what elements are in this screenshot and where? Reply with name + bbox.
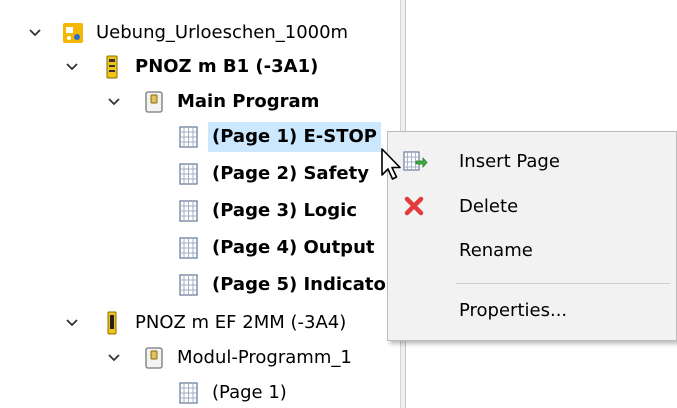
menu-item-label: Delete [459, 195, 519, 217]
tree-item-page-5[interactable]: (Page 5) Indicato [178, 268, 390, 302]
page-grid-icon [179, 382, 198, 404]
tree-item-device-b1[interactable]: PNOZ m B1 (-3A1) [63, 50, 322, 84]
tree-item-page-2[interactable]: (Page 2) Safety [178, 157, 373, 191]
tree-item-label: Uebung_Urloeschen_1000m [96, 22, 349, 43]
tree-item-label: Main Program [177, 91, 320, 112]
chevron-down-icon[interactable] [26, 24, 44, 42]
menu-item-label: Insert Page [459, 150, 560, 172]
menu-separator [456, 283, 670, 284]
program-icon [145, 91, 163, 113]
tree-item-label: PNOZ m EF 2MM (-3A4) [135, 312, 347, 333]
page-grid-icon [179, 126, 198, 148]
menu-item-rename[interactable]: Rename [388, 229, 676, 271]
menu-item-delete[interactable]: Delete [388, 185, 676, 227]
mouse-pointer-icon [381, 148, 401, 180]
menu-item-label: Properties... [459, 299, 568, 321]
chevron-down-icon[interactable] [63, 314, 81, 332]
device-icon [107, 311, 117, 335]
menu-item-properties[interactable]: Properties... [388, 289, 676, 331]
chevron-down-icon[interactable] [105, 349, 123, 367]
tree-item-page-4[interactable]: (Page 4) Output [178, 231, 378, 265]
tree-item-device-ef2mm[interactable]: PNOZ m EF 2MM (-3A4) [63, 306, 350, 340]
tree-item-main-program[interactable]: Main Program [105, 85, 323, 119]
page-grid-icon [179, 163, 198, 185]
page-grid-icon [179, 200, 198, 222]
delete-x-icon [404, 196, 424, 216]
tree-item-label: PNOZ m B1 (-3A1) [135, 56, 319, 77]
tree-item-modul-programm[interactable]: Modul-Programm_1 [105, 341, 356, 375]
tree-item-label: (Page 3) Logic [212, 200, 358, 221]
chevron-down-icon[interactable] [63, 58, 81, 76]
tree-item-label: Modul-Programm_1 [177, 347, 352, 368]
page-grid-icon [179, 237, 198, 259]
tree-item-label: (Page 1) [212, 382, 287, 403]
project-icon [63, 23, 83, 43]
insert-page-icon [403, 151, 428, 171]
menu-item-insert-page[interactable]: Insert Page [388, 140, 676, 182]
device-icon [106, 55, 118, 79]
project-tree[interactable]: Uebung_Urloeschen_1000m PNOZ m B1 (-3A1)… [0, 0, 400, 408]
context-menu: Insert Page Delete Rename Properties... [387, 131, 677, 341]
tree-item-page-1[interactable]: (Page 1) E-STOP [178, 120, 381, 154]
tree-item-label: (Page 5) Indicato [212, 274, 386, 295]
chevron-down-icon[interactable] [105, 93, 123, 111]
tree-item-label: (Page 4) Output [212, 237, 375, 258]
tree-item-modul-page-1[interactable]: (Page 1) [178, 376, 291, 408]
page-grid-icon [179, 274, 198, 296]
program-icon [145, 347, 163, 369]
menu-item-label: Rename [459, 239, 533, 261]
tree-item-page-3[interactable]: (Page 3) Logic [178, 194, 361, 228]
tree-item-project[interactable]: Uebung_Urloeschen_1000m [26, 16, 352, 50]
tree-item-label: (Page 2) Safety [212, 163, 369, 184]
tree-item-label: (Page 1) E-STOP [208, 122, 381, 152]
